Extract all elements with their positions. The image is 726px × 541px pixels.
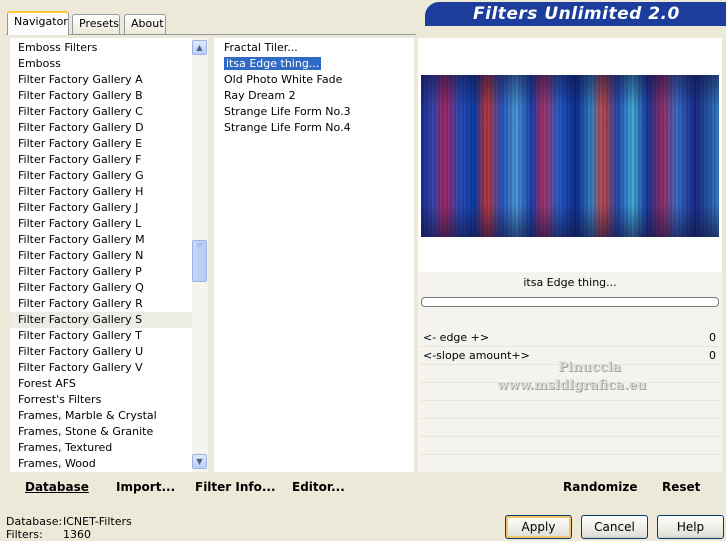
filter-item[interactable]: Strange Life Form No.4: [222, 120, 412, 136]
filters-count-label: Filters:: [6, 528, 43, 541]
filter-item[interactable]: Fractal Tiler...: [222, 40, 412, 56]
tab-about[interactable]: About: [124, 14, 166, 34]
category-item[interactable]: Emboss: [10, 56, 192, 72]
param-row-empty: [420, 401, 720, 419]
cancel-button[interactable]: Cancel: [581, 515, 648, 539]
progress-bar: [421, 297, 719, 307]
param-row-edge[interactable]: <- edge +> 0: [420, 329, 720, 347]
category-item[interactable]: Emboss Filters: [10, 40, 192, 56]
tab-navigator[interactable]: Navigator: [7, 11, 69, 35]
import-button[interactable]: Import...: [116, 480, 175, 494]
preview-caption: itsa Edge thing...: [523, 276, 617, 289]
filter-item-label: Fractal Tiler...: [224, 41, 298, 54]
category-item[interactable]: Forrest's Filters: [10, 392, 192, 408]
randomize-button[interactable]: Randomize: [563, 480, 637, 494]
tab-presets[interactable]: Presets: [72, 14, 120, 34]
category-item[interactable]: Filter Factory Gallery G: [10, 168, 192, 184]
filter-item[interactable]: Ray Dream 2: [222, 88, 412, 104]
filter-item-label: Ray Dream 2: [224, 89, 296, 102]
editor-button[interactable]: Editor...: [292, 480, 345, 494]
category-item[interactable]: Frames, Textured: [10, 440, 192, 456]
database-status-value: ICNET-Filters: [63, 515, 132, 528]
category-item[interactable]: Filter Factory Gallery L: [10, 216, 192, 232]
category-item[interactable]: Filter Factory Gallery U: [10, 344, 192, 360]
preview-shading: [421, 75, 719, 237]
scroll-up-icon[interactable]: ▲: [192, 40, 207, 55]
category-item[interactable]: Filter Factory Gallery V: [10, 360, 192, 376]
filter-item[interactable]: Strange Life Form No.3: [222, 104, 412, 120]
database-status-label: Database:: [6, 515, 63, 528]
category-item[interactable]: Filter Factory Gallery J: [10, 200, 192, 216]
category-item[interactable]: Filter Factory Gallery D: [10, 120, 192, 136]
param-row-empty: [420, 437, 720, 455]
category-item[interactable]: Filter Factory Gallery C: [10, 104, 192, 120]
filter-item[interactable]: Old Photo White Fade: [222, 72, 412, 88]
category-item[interactable]: Filter Factory Gallery A: [10, 72, 192, 88]
param-value: 0: [709, 331, 716, 344]
help-button[interactable]: Help: [657, 515, 724, 539]
category-item[interactable]: Filter Factory Gallery B: [10, 88, 192, 104]
category-item[interactable]: Frames, Stone & Granite: [10, 424, 192, 440]
scroll-thumb[interactable]: ≡: [192, 240, 207, 283]
title-banner: Filters Unlimited 2.0: [425, 2, 726, 26]
category-item[interactable]: Filter Factory Gallery P: [10, 264, 192, 280]
filter-list[interactable]: Fractal Tiler... itsa Edge thing... Old Ph…: [214, 38, 414, 472]
category-scrollbar[interactable]: ▲ ≡ ▼: [192, 38, 208, 472]
category-list[interactable]: Emboss Filters Emboss Filter Factory Galle…: [10, 38, 208, 472]
category-item[interactable]: Filter Factory Gallery T: [10, 328, 192, 344]
filter-item-label: Strange Life Form No.3: [224, 105, 351, 118]
category-item[interactable]: Filter Factory Gallery Q: [10, 280, 192, 296]
category-item[interactable]: Forest AFS: [10, 376, 192, 392]
category-item[interactable]: Frames, Marble & Crystal: [10, 408, 192, 424]
param-row-empty: [420, 419, 720, 437]
filter-item-label: Old Photo White Fade: [224, 73, 343, 86]
category-item[interactable]: Filter Factory Gallery F: [10, 152, 192, 168]
scroll-down-icon[interactable]: ▼: [192, 454, 207, 469]
category-item[interactable]: Filter Factory Gallery S: [10, 312, 192, 328]
database-button[interactable]: Database: [25, 480, 89, 494]
reset-button[interactable]: Reset: [662, 480, 700, 494]
category-item[interactable]: Filter Factory Gallery M: [10, 232, 192, 248]
filter-info-button[interactable]: Filter Info...: [195, 480, 276, 494]
category-item[interactable]: Filter Factory Gallery N: [10, 248, 192, 264]
category-item[interactable]: Filter Factory Gallery R: [10, 296, 192, 312]
filter-item-label: itsa Edge thing...: [224, 57, 322, 70]
filters-count-value: 1360: [63, 528, 91, 541]
param-label: <- edge +>: [423, 331, 490, 344]
filter-item[interactable]: itsa Edge thing...: [222, 56, 412, 72]
watermark-line2: www.msldlgrafica.eu: [497, 378, 647, 393]
filter-item-label: Strange Life Form No.4: [224, 121, 351, 134]
watermark-line1: Pinuccia: [558, 360, 621, 375]
param-value: 0: [709, 349, 716, 362]
param-label: <-slope amount+>: [423, 349, 530, 362]
category-item[interactable]: Filter Factory Gallery H: [10, 184, 192, 200]
apply-button[interactable]: Apply: [505, 515, 572, 539]
category-item[interactable]: Frames, Wood: [10, 456, 192, 472]
category-item[interactable]: Filter Factory Gallery E: [10, 136, 192, 152]
